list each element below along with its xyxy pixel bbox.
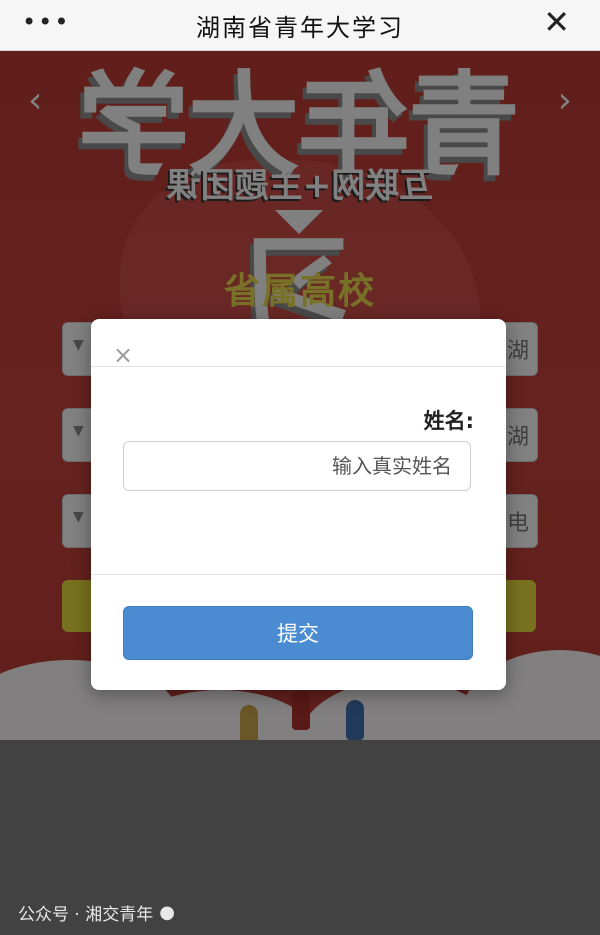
close-icon[interactable]: × [113,343,133,367]
name-input[interactable] [123,441,471,491]
more-menu-icon[interactable]: ••• [22,10,70,34]
footer-source: 公众号 · 湘交青年 ● [18,900,175,925]
submit-button[interactable]: 提交 [123,606,473,660]
divider [91,574,506,575]
page: ••• 湖南省青年大学习 ✕ ‹ › 青年大学习 互联网+主题团课 省属高校 ▼… [0,0,600,935]
footer-source-text: 公众号 · 湘交青年 [18,905,154,925]
close-icon[interactable]: ✕ [543,6,570,38]
page-title: 湖南省青年大学习 [196,13,404,42]
wechat-icon: ● [159,902,175,923]
name-dialog: × 姓名: 提交 [91,319,506,690]
name-label: 姓名: [423,409,474,433]
divider [91,366,506,367]
top-bar: ••• 湖南省青年大学习 ✕ [0,0,600,51]
